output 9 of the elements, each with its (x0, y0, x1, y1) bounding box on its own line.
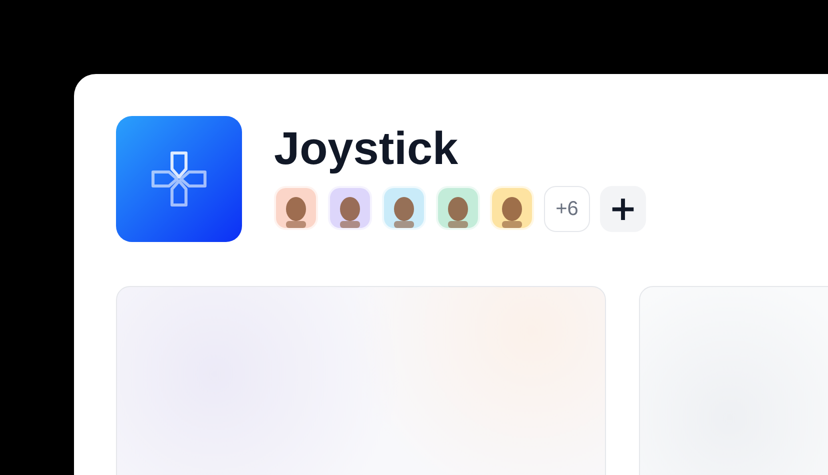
project-title: Joystick (274, 121, 460, 176)
more-members-count[interactable]: +6 (544, 186, 590, 232)
member-avatar[interactable] (436, 186, 480, 230)
member-avatar[interactable] (274, 186, 318, 230)
add-member-button[interactable]: + (600, 186, 646, 232)
dpad-icon (150, 150, 208, 208)
member-avatar[interactable] (328, 186, 372, 230)
member-avatar[interactable] (490, 186, 534, 230)
member-avatar[interactable] (382, 186, 426, 230)
